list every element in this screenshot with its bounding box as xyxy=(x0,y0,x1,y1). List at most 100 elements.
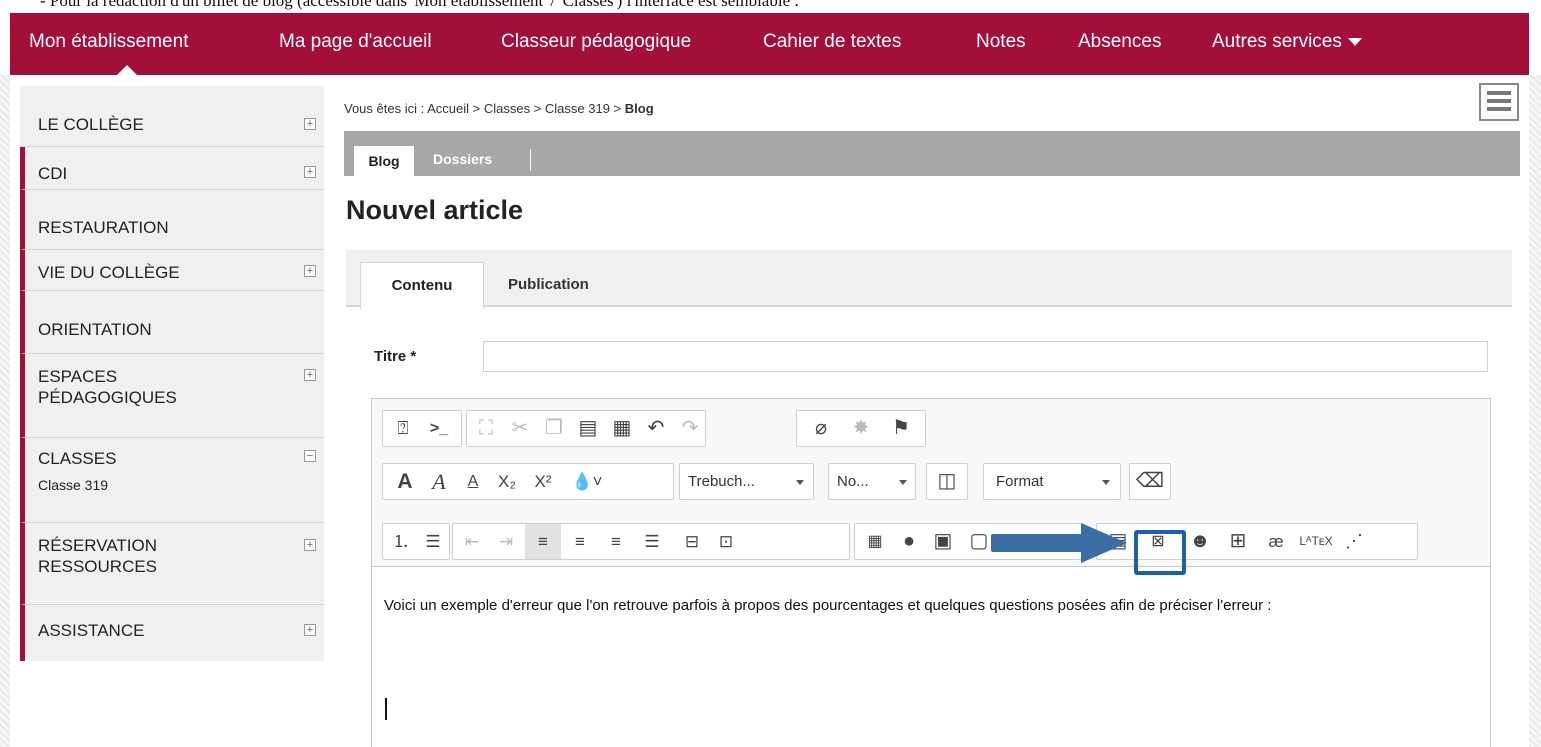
outdent-icon[interactable]: ⇤ xyxy=(455,524,489,559)
breadcrumb-prefix: Vous êtes ici : xyxy=(344,101,428,116)
menu-hamburger-icon[interactable] xyxy=(1479,83,1519,121)
indent-icon[interactable]: ⇥ xyxy=(489,524,523,559)
expand-plus-icon[interactable]: + xyxy=(304,539,316,551)
copy-icon[interactable]: ❐ xyxy=(537,411,571,446)
sidebar-item-assistance[interactable]: ASSISTANCE + xyxy=(20,605,324,661)
templates-icon[interactable]: ◫ xyxy=(931,464,963,499)
sidebar-item-label: CLASSES xyxy=(38,449,117,468)
annotation-arrow-shaft xyxy=(991,534,1083,552)
tab-contenu[interactable]: Contenu xyxy=(360,262,484,309)
page-break-icon[interactable]: ⊟ xyxy=(675,524,709,559)
editor-content-text[interactable]: Voici un exemple d'erreur que l'on retro… xyxy=(384,596,1464,616)
sidebar-subitem-classe-319[interactable]: Classe 319 xyxy=(38,477,108,493)
undo-icon[interactable]: ↶ xyxy=(639,411,673,446)
italic-icon[interactable]: A xyxy=(423,464,455,499)
help-icon[interactable]: ⍰ xyxy=(387,411,419,446)
expand-plus-icon[interactable]: + xyxy=(304,118,316,130)
nav-autres-services[interactable]: Autres services xyxy=(1212,31,1362,53)
align-right-icon[interactable]: ≡ xyxy=(599,524,633,559)
sidebar-item-label: ORIENTATION xyxy=(38,320,152,339)
nav-cahier-de-textes[interactable]: Cahier de textes xyxy=(763,31,901,53)
text-color-icon[interactable]: 💧˅ xyxy=(567,464,607,499)
font-size-select[interactable]: No... xyxy=(828,463,916,500)
sidebar-item-label: RÉSERVATION RESSOURCES xyxy=(38,536,158,576)
unlink-icon[interactable]: ⌀ xyxy=(803,411,839,446)
block-break-icon[interactable]: ⊡ xyxy=(709,524,743,559)
sidebar-item-restauration[interactable]: RESTAURATION xyxy=(20,190,324,250)
tab-dossiers[interactable]: Dossiers xyxy=(433,151,492,167)
sidebar-item-espaces-pedagogiques[interactable]: ESPACES PÉDAGOGIQUES + xyxy=(20,354,324,438)
nav-mon-etablissement[interactable]: Mon établissement xyxy=(29,31,188,53)
sidebar-item-reservation-ressources[interactable]: RÉSERVATION RESSOURCES + xyxy=(20,523,324,605)
cut-icon[interactable]: ✂ xyxy=(503,411,537,446)
sidebar-item-label: ASSISTANCE xyxy=(38,621,145,640)
flash-icon[interactable]: ● xyxy=(893,524,925,559)
rich-text-editor: ⍰ >_ ⛶ ✂ ❐ ▤ ▦ ↶ ↷ ⌀ ✸ ⚑ A A A X₂ X² 💧˅ … xyxy=(371,398,1491,747)
smiley-icon[interactable]: ☻ xyxy=(1183,524,1217,559)
nav-notes[interactable]: Notes xyxy=(976,31,1026,53)
sidebar-item-classes[interactable]: CLASSES − Classe 319 xyxy=(20,438,324,523)
font-family-value: Trebuch... xyxy=(688,473,755,490)
nav-ma-page-accueil[interactable]: Ma page d'accueil xyxy=(279,31,432,53)
redo-icon[interactable]: ↷ xyxy=(673,411,707,446)
editor-toolbar: ⍰ >_ ⛶ ✂ ❐ ▤ ▦ ↶ ↷ ⌀ ✸ ⚑ A A A X₂ X² 💧˅ … xyxy=(372,399,1490,567)
chevron-down-icon xyxy=(1347,37,1362,46)
table-icon[interactable]: ⊞ xyxy=(1221,524,1255,559)
align-left-icon[interactable]: ≡ xyxy=(525,524,561,559)
expand-plus-icon[interactable]: + xyxy=(304,166,316,178)
sidebar-item-cdi[interactable]: CDI + xyxy=(20,147,324,190)
sidebar-item-orientation[interactable]: ORIENTATION xyxy=(20,291,324,354)
article-tab-bar: Contenu Publication xyxy=(346,250,1512,309)
paste-from-word-icon[interactable]: ▦ xyxy=(605,411,639,446)
align-center-icon[interactable]: ≡ xyxy=(563,524,597,559)
maximize-icon[interactable]: ⛶ xyxy=(469,411,503,446)
subscript-icon[interactable]: X₂ xyxy=(491,464,523,499)
paste-icon[interactable]: ▤ xyxy=(571,411,605,446)
toolbar-group-alignment: ⇤ ⇥ ≡ ≡ ≡ ☰ ⊟ ⊡ xyxy=(452,523,850,560)
tab-publication[interactable]: Publication xyxy=(508,276,589,293)
bold-icon[interactable]: A xyxy=(389,464,421,499)
titre-input[interactable] xyxy=(483,341,1488,372)
breadcrumb-path[interactable]: Accueil > Classes > Classe 319 > xyxy=(427,101,625,116)
bulleted-list-icon[interactable]: ☰ xyxy=(417,524,449,559)
toolbar-group-clipboard: ⛶ ✂ ❐ ▤ ▦ ↶ ↷ xyxy=(466,410,706,447)
expand-plus-icon[interactable]: + xyxy=(304,369,316,381)
justify-icon[interactable]: ☰ xyxy=(635,524,669,559)
annotation-highlight-box xyxy=(1134,530,1186,575)
format-select[interactable]: Format xyxy=(983,463,1121,500)
superscript-icon[interactable]: X² xyxy=(527,464,559,499)
expand-plus-icon[interactable]: + xyxy=(304,265,316,277)
sidebar-item-label: RESTAURATION xyxy=(38,218,169,237)
tab-separator xyxy=(530,149,531,171)
toolbar-group-templates: ◫ xyxy=(926,463,968,500)
titre-label: Titre * xyxy=(374,348,417,365)
numbered-list-icon[interactable]: ⒈ xyxy=(385,524,417,559)
image-icon[interactable]: ▣ xyxy=(927,524,959,559)
chevron-down-icon xyxy=(899,480,907,485)
nav-classeur-pedagogique[interactable]: Classeur pédagogique xyxy=(501,31,691,53)
nav-absences[interactable]: Absences xyxy=(1078,31,1161,53)
anchor-icon[interactable]: ✸ xyxy=(843,411,879,446)
font-family-select[interactable]: Trebuch... xyxy=(679,463,814,500)
expand-plus-icon[interactable]: + xyxy=(304,624,316,636)
rss-icon[interactable]: ⋰ xyxy=(1337,524,1371,559)
collapse-minus-icon[interactable]: − xyxy=(304,450,316,462)
section-tab-bar: Blog Dossiers xyxy=(344,131,1520,176)
flag-icon[interactable]: ⚑ xyxy=(883,411,919,446)
sidebar-item-label: ESPACES PÉDAGOGIQUES xyxy=(38,367,177,407)
latex-icon[interactable]: LᴬTᴇX xyxy=(1297,524,1335,559)
source-code-icon[interactable]: >_ xyxy=(421,411,457,446)
tab-blog[interactable]: Blog xyxy=(354,146,414,176)
chevron-down-icon xyxy=(1102,480,1110,485)
sidebar-item-le-college[interactable]: LE COLLÈGE + xyxy=(20,86,324,147)
toolbar-group-text-style: A A A X₂ X² 💧˅ xyxy=(382,463,674,500)
eraser-icon[interactable]: ⌫ xyxy=(1134,464,1166,499)
sidebar-item-vie-du-college[interactable]: VIE DU COLLÈGE + xyxy=(20,250,324,291)
special-char-icon[interactable]: æ xyxy=(1259,524,1293,559)
video-icon[interactable]: ▦ xyxy=(859,524,891,559)
annotation-arrow-icon xyxy=(1081,523,1127,563)
format-value: Format xyxy=(996,473,1044,490)
background-texture-right xyxy=(1529,75,1541,747)
underline-icon[interactable]: A xyxy=(457,464,489,499)
sidebar-item-label: VIE DU COLLÈGE xyxy=(38,263,180,282)
